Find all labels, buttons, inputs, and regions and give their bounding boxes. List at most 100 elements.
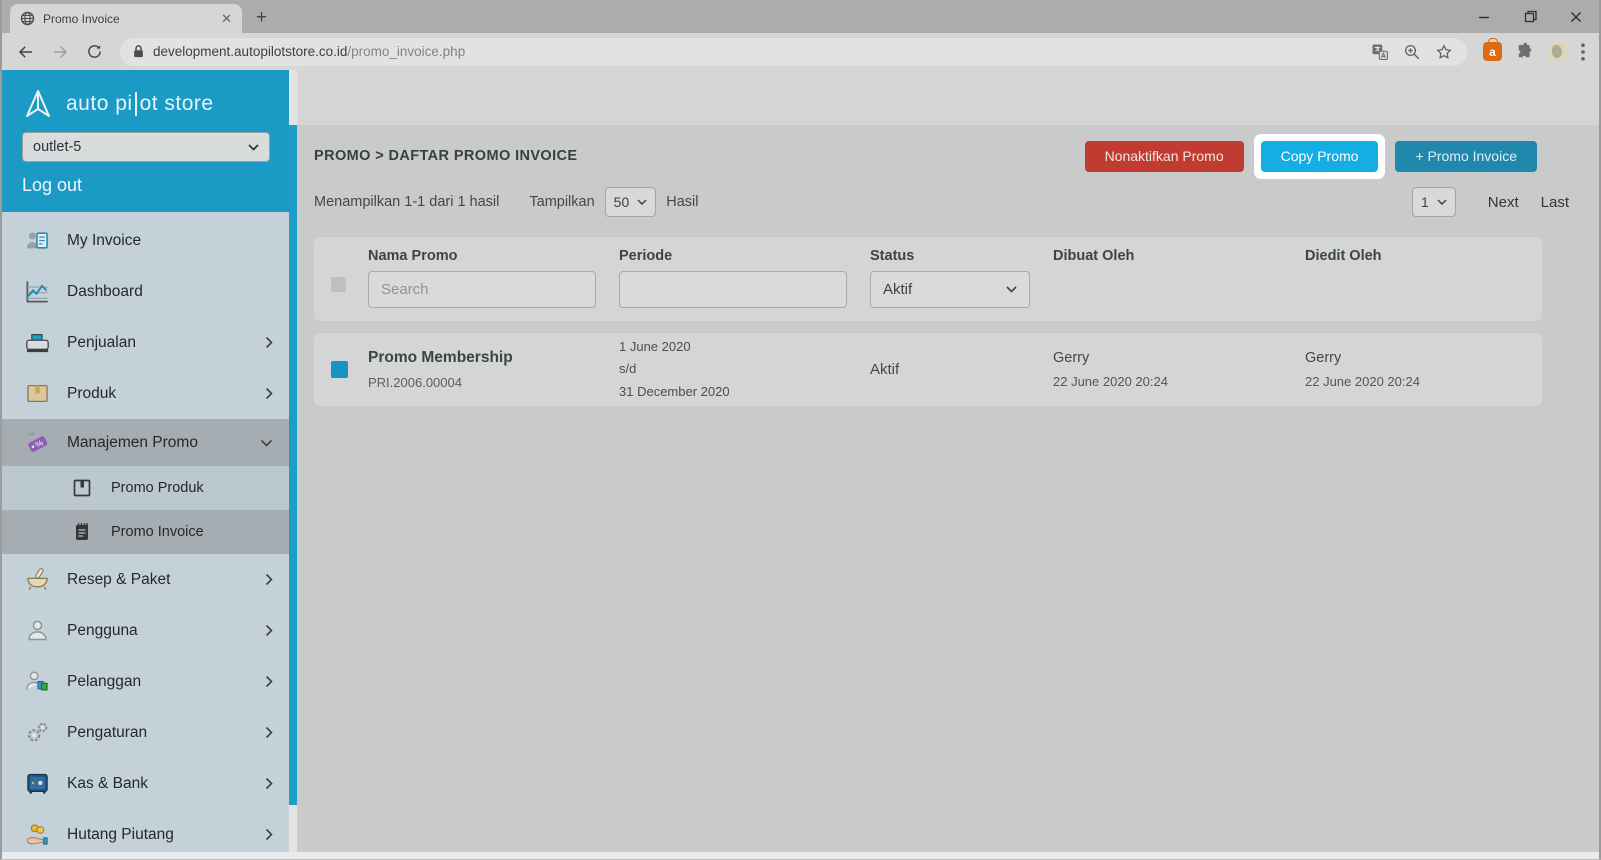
period-filter-input[interactable] — [619, 271, 847, 308]
status-filter-select[interactable]: Aktif — [870, 271, 1030, 308]
coins-hand-icon — [24, 821, 51, 848]
edited-at: 22 June 2020 20:24 — [1305, 374, 1542, 389]
name-column: Nama Promo — [368, 248, 619, 321]
chevron-right-icon — [265, 726, 273, 739]
logout-link[interactable]: Log out — [22, 175, 277, 196]
browser-tab[interactable]: Promo Invoice ✕ — [10, 4, 242, 33]
edited-by: Gerry — [1305, 350, 1542, 366]
sidebar-header: auto piot store outlet-5 Log out — [2, 70, 297, 212]
zoom-icon[interactable] — [1403, 43, 1421, 61]
translate-icon[interactable] — [1371, 43, 1389, 61]
deactivate-promo-button[interactable]: Nonaktifkan Promo — [1085, 141, 1244, 172]
column-header-status: Status — [870, 248, 1053, 264]
promo-produk-icon — [68, 475, 95, 502]
period-column: Periode — [619, 248, 870, 321]
edited-cell: Gerry 22 June 2020 20:24 — [1305, 333, 1542, 406]
column-header-name: Nama Promo — [368, 248, 619, 264]
last-page-link[interactable]: Last — [1541, 194, 1569, 211]
restore-icon[interactable] — [1507, 0, 1553, 33]
paper-plane-logo-icon — [22, 88, 54, 120]
url-text: development.autopilotstore.co.id/promo_i… — [153, 44, 1363, 59]
show-label: Tampilkan — [529, 194, 594, 210]
add-promo-invoice-button[interactable]: + Promo Invoice — [1395, 141, 1537, 172]
reload-icon[interactable] — [80, 38, 108, 66]
sidebar-item-promo-produk[interactable]: Promo Produk — [2, 466, 289, 510]
period-separator: s/d — [619, 358, 870, 381]
table-row[interactable]: Promo Membership PRI.2006.00004 1 June 2… — [314, 333, 1542, 406]
sidebar-item-promo-invoice[interactable]: Promo Invoice — [2, 510, 289, 554]
column-header-edited: Diedit Oleh — [1305, 248, 1542, 264]
results-summary: Menampilkan 1-1 dari 1 hasil — [314, 194, 499, 210]
sidebar-item-pelanggan[interactable]: Pelanggan — [2, 656, 289, 707]
promo-invoice-icon — [68, 519, 95, 546]
sidebar-item-kas-bank[interactable]: Kas & Bank — [2, 758, 289, 809]
sidebar-item-label: Promo Invoice — [111, 524, 204, 540]
cash-register-icon — [24, 329, 51, 356]
sidebar-scrollbar-track[interactable] — [289, 70, 297, 859]
chevron-right-icon — [265, 336, 273, 349]
sidebar-item-manajemen-promo[interactable]: % Manajemen Promo — [2, 419, 289, 466]
page-number-select[interactable]: 1 — [1412, 187, 1456, 217]
window-bottom-edge — [2, 852, 1599, 859]
profile-avatar[interactable] — [1547, 41, 1568, 62]
sidebar-item-label: Dashboard — [67, 283, 143, 301]
edited-column: Diedit Oleh — [1305, 248, 1542, 321]
chevron-down-icon — [260, 439, 273, 447]
sidebar-item-my-invoice[interactable]: My Invoice — [2, 215, 289, 266]
sidebar-item-penjualan[interactable]: Penjualan — [2, 317, 289, 368]
store-extension-icon[interactable]: a — [1483, 42, 1502, 61]
extensions-puzzle-icon[interactable] — [1515, 42, 1534, 61]
sidebar-item-produk[interactable]: Produk — [2, 368, 289, 419]
created-column: Dibuat Oleh — [1053, 248, 1305, 321]
chevron-right-icon — [265, 777, 273, 790]
select-all-checkbox[interactable] — [331, 277, 346, 292]
user-icon — [24, 617, 51, 644]
period-cell: 1 June 2020 s/d 31 December 2020 — [619, 333, 870, 406]
sidebar-item-label: Penjualan — [67, 334, 136, 352]
sidebar: auto piot store outlet-5 Log out My Invo… — [2, 70, 297, 859]
status-cell: Aktif — [870, 333, 1053, 406]
chevron-down-icon — [637, 199, 647, 205]
copy-promo-button[interactable]: Copy Promo — [1261, 141, 1379, 172]
menu-dots-icon[interactable] — [1581, 43, 1585, 61]
created-at: 22 June 2020 20:24 — [1053, 374, 1305, 389]
chevron-down-icon — [248, 144, 259, 151]
globe-favicon-icon — [20, 11, 35, 26]
app-area: auto piot store outlet-5 Log out My Invo… — [2, 70, 1599, 859]
sidebar-scrollbar-thumb[interactable] — [289, 125, 297, 805]
minimize-icon[interactable] — [1461, 0, 1507, 33]
sidebar-item-label: My Invoice — [67, 232, 141, 250]
sidebar-menu: My Invoice Dashboard Penjualan — [2, 215, 289, 859]
action-buttons: Nonaktifkan Promo Copy Promo + Promo Inv… — [1085, 134, 1537, 179]
tab-close-icon[interactable]: ✕ — [221, 11, 232, 27]
page-size-select[interactable]: 50 — [605, 187, 657, 217]
window-controls — [1461, 0, 1599, 33]
sidebar-item-pengguna[interactable]: Pengguna — [2, 605, 289, 656]
promo-tag-icon: % — [24, 429, 51, 456]
chevron-right-icon — [265, 828, 273, 841]
address-bar[interactable]: development.autopilotstore.co.id/promo_i… — [120, 38, 1467, 66]
promo-name-search-input[interactable] — [368, 271, 596, 308]
back-icon[interactable] — [12, 38, 40, 66]
gear-icon — [24, 719, 51, 746]
row-checkbox[interactable] — [331, 361, 348, 378]
chevron-right-icon — [265, 675, 273, 688]
lock-icon — [132, 44, 145, 59]
new-tab-button[interactable]: + — [256, 7, 267, 29]
logo-text: auto piot store — [66, 92, 214, 116]
period-start: 1 June 2020 — [619, 336, 870, 359]
outlet-select[interactable]: outlet-5 — [22, 132, 270, 162]
bookmark-star-icon[interactable] — [1435, 43, 1453, 61]
omnibox-icons — [1371, 43, 1453, 61]
sidebar-item-pengaturan[interactable]: Pengaturan — [2, 707, 289, 758]
browser-tab-bar: Promo Invoice ✕ + — [2, 0, 1599, 33]
sidebar-item-dashboard[interactable]: Dashboard — [2, 266, 289, 317]
sidebar-item-resep-paket[interactable]: Resep & Paket — [2, 554, 289, 605]
close-icon[interactable] — [1553, 0, 1599, 33]
next-page-link[interactable]: Next — [1488, 194, 1519, 211]
results-label: Hasil — [666, 194, 698, 210]
product-box-icon — [24, 380, 51, 407]
row-select-cell — [314, 333, 368, 406]
forward-icon[interactable] — [46, 38, 74, 66]
status-value: Aktif — [870, 361, 1053, 378]
